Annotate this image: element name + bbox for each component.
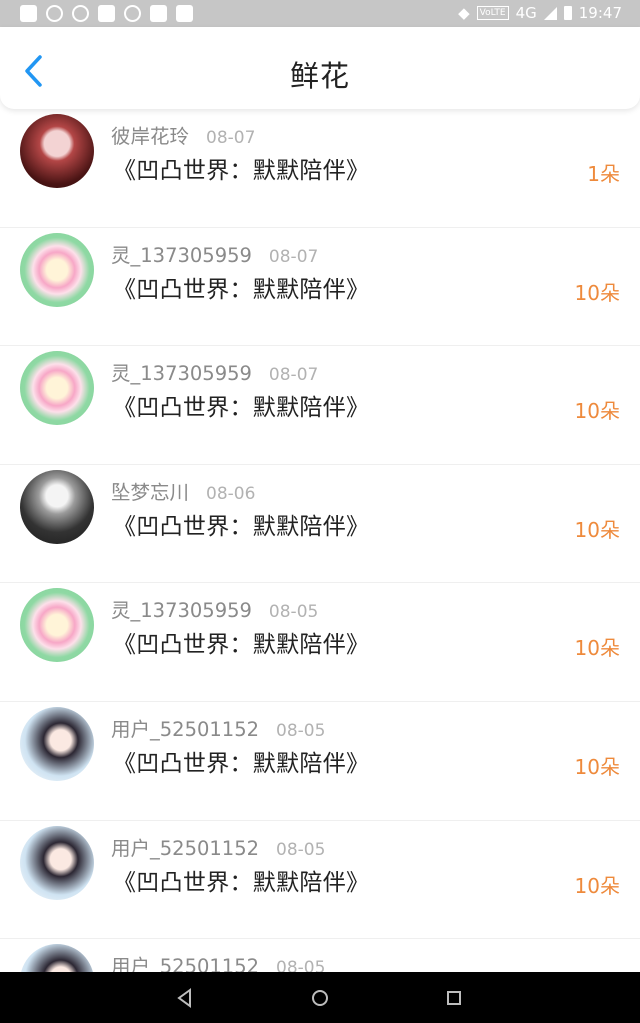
gift-work-title: 《凹凸世界：默默陪伴》 xyxy=(113,632,370,659)
network-type: 4G xyxy=(515,4,537,22)
flower-record-list[interactable]: 彼岸花玲 08-07 《凹凸世界：默默陪伴》 1朵 灵_137305959 08… xyxy=(0,109,640,972)
avatar[interactable] xyxy=(20,232,94,307)
avatar[interactable] xyxy=(20,114,94,188)
square-recents-icon xyxy=(447,991,461,1005)
list-item[interactable]: 灵_137305959 08-07 《凹凸世界：默默陪伴》 10朵 xyxy=(0,346,640,465)
gift-work-title: 《凹凸世界：默默陪伴》 xyxy=(113,158,370,184)
triangle-back-icon xyxy=(177,988,191,1008)
notification-icons xyxy=(20,5,193,22)
record-date: 08-06 xyxy=(206,483,256,504)
circle-home-icon xyxy=(312,990,328,1006)
image-icon xyxy=(150,5,167,22)
signal-icon xyxy=(543,6,557,20)
avatar[interactable] xyxy=(20,351,94,426)
app-notification-icon xyxy=(20,5,37,22)
gift-work-title: 《凹凸世界：默默陪伴》 xyxy=(113,395,370,422)
sync-icon xyxy=(46,5,63,22)
header: 鲜花 xyxy=(0,27,640,109)
record-date: 08-05 xyxy=(276,958,326,972)
username[interactable]: 用户_52501152 xyxy=(111,832,259,861)
list-item[interactable]: 坠梦忘川 08-06 《凹凸世界：默默陪伴》 10朵 xyxy=(0,465,640,584)
page-title: 鲜花 xyxy=(289,59,350,93)
app-notification-icon xyxy=(98,5,115,22)
record-date: 08-05 xyxy=(276,839,326,860)
username[interactable]: 灵_137305959 xyxy=(111,239,252,268)
list-item[interactable]: 灵_137305959 08-05 《凹凸世界：默默陪伴》 10朵 xyxy=(0,583,640,702)
flower-count: 10朵 xyxy=(574,754,620,779)
username[interactable]: 彼岸花玲 xyxy=(111,120,189,149)
list-item[interactable]: 用户_52501152 08-05 xyxy=(0,939,640,972)
avatar[interactable] xyxy=(20,825,94,900)
username[interactable]: 用户_52501152 xyxy=(111,713,259,742)
avatar[interactable] xyxy=(20,588,94,663)
nav-back-button[interactable] xyxy=(173,986,197,1010)
flower-count: 10朵 xyxy=(574,636,620,661)
settings-icon xyxy=(72,5,89,22)
gift-work-title: 《凹凸世界：默默陪伴》 xyxy=(113,869,370,896)
avatar[interactable] xyxy=(20,944,94,972)
system-navigation-bar xyxy=(0,972,640,1023)
gift-work-title: 《凹凸世界：默默陪伴》 xyxy=(113,750,370,777)
nav-recents-button[interactable] xyxy=(442,986,466,1010)
list-item[interactable]: 彼岸花玲 08-07 《凹凸世界：默默陪伴》 1朵 xyxy=(0,109,640,228)
flower-count: 10朵 xyxy=(574,517,620,542)
avatar[interactable] xyxy=(20,469,94,544)
username[interactable]: 灵_137305959 xyxy=(111,357,252,386)
list-item[interactable]: 用户_52501152 08-05 《凹凸世界：默默陪伴》 10朵 xyxy=(0,702,640,821)
record-date: 08-07 xyxy=(268,246,319,267)
record-date: 08-05 xyxy=(276,720,326,741)
compass-icon xyxy=(124,5,141,22)
flower-count: 10朵 xyxy=(574,280,620,305)
nav-home-button[interactable] xyxy=(308,986,332,1010)
username[interactable]: 坠梦忘川 xyxy=(111,476,189,505)
username[interactable]: 用户_52501152 xyxy=(111,950,259,972)
flower-count: 10朵 xyxy=(574,399,620,424)
username[interactable]: 灵_137305959 xyxy=(111,594,252,623)
flower-count: 10朵 xyxy=(574,873,620,898)
status-bar: ◆ VoLTE 4G 19:47 xyxy=(0,0,640,27)
system-status: ◆ VoLTE 4G 19:47 xyxy=(458,4,622,22)
gift-work-title: 《凹凸世界：默默陪伴》 xyxy=(113,513,370,540)
list-item[interactable]: 用户_52501152 08-05 《凹凸世界：默默陪伴》 10朵 xyxy=(0,821,640,940)
record-date: 08-07 xyxy=(206,128,256,148)
flower-count: 1朵 xyxy=(587,162,620,186)
battery-icon xyxy=(563,6,572,20)
gift-work-title: 《凹凸世界：默默陪伴》 xyxy=(113,276,370,303)
volte-tag: VoLTE xyxy=(476,6,509,20)
wifi-icon: ◆ xyxy=(458,4,470,22)
record-date: 08-05 xyxy=(268,602,319,623)
avatar[interactable] xyxy=(20,706,94,781)
record-date: 08-07 xyxy=(268,365,319,386)
chat-icon xyxy=(176,5,193,22)
clock: 19:47 xyxy=(578,4,622,22)
list-item[interactable]: 灵_137305959 08-07 《凹凸世界：默默陪伴》 10朵 xyxy=(0,228,640,347)
